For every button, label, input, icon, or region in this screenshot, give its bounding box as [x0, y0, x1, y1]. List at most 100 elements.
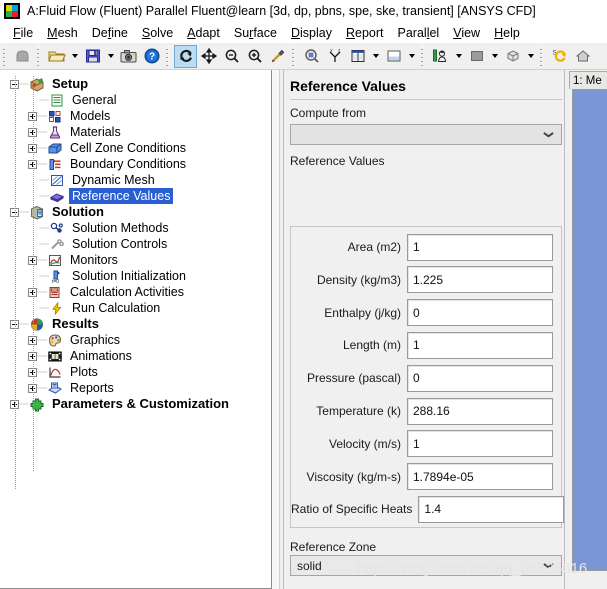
menu-file[interactable]: File	[6, 24, 40, 42]
toolbar-grip-4[interactable]	[291, 46, 298, 66]
field-input-ratio-of-specific-heats[interactable]: 1.4	[418, 495, 564, 523]
home-icon[interactable]	[571, 45, 594, 68]
materials-flask-icon	[47, 125, 64, 140]
axes-tripod-icon[interactable]: y z	[323, 45, 346, 68]
graphics-canvas[interactable]	[572, 89, 607, 571]
tree-item-results[interactable]: Results	[0, 316, 271, 332]
menu-adapt[interactable]: Adapt	[180, 24, 227, 42]
tree-item-label: Cell Zone Conditions	[70, 141, 187, 155]
tree-item-solution-methods[interactable]: Solution Methods	[0, 220, 271, 236]
toolbar-grip[interactable]	[2, 46, 9, 66]
tree-item-boundary-conditions[interactable]: Boundary Conditions	[0, 156, 271, 172]
eyedropper-icon[interactable]	[266, 45, 289, 68]
tree-item-solution-initialization[interactable]: t=0 Solution Initialization	[0, 268, 271, 285]
save-disk-icon[interactable]	[81, 45, 104, 68]
menu-parallel[interactable]: Parallel	[391, 24, 447, 42]
tree-item-animations[interactable]: Animations	[0, 348, 271, 364]
tree-item-label: Models	[70, 109, 111, 123]
field-row: Viscosity (kg/m-s) 1.7894e-05	[291, 462, 563, 492]
tree-item-reference-values[interactable]: Reference Values	[0, 188, 271, 204]
field-input-length-m[interactable]: 1	[407, 331, 553, 359]
render-dropdown-arrow[interactable]	[524, 45, 537, 68]
zoom-in-icon[interactable]	[243, 45, 266, 68]
field-input-pressure-pascal[interactable]: 0	[407, 364, 553, 392]
menu-mesh[interactable]: Mesh	[40, 24, 85, 42]
tree-item-general[interactable]: General	[0, 92, 271, 108]
tree-item-calculation-activities[interactable]: Calculation Activities	[0, 284, 271, 300]
rotate-icon[interactable]	[174, 44, 197, 68]
field-row: Velocity (m/s) 1	[291, 429, 563, 459]
background-icon[interactable]	[382, 45, 405, 68]
field-label-ratio-of-specific-heats: Ratio of Specific Heats	[291, 502, 413, 517]
field-label-enthalpy-j-kg: Enthalpy (j/kg)	[324, 305, 401, 320]
tree-item-plots[interactable]: Plots	[0, 364, 271, 380]
camera-icon[interactable]	[117, 45, 140, 68]
tree-item-parameters-customization[interactable]: Parameters & Customization	[0, 396, 271, 412]
window-title: A:Fluid Flow (Fluent) Parallel Fluent@le…	[27, 4, 536, 18]
help-circle-icon[interactable]: ?	[140, 45, 163, 68]
tree-item-dynamic-mesh[interactable]: Dynamic Mesh	[0, 172, 271, 188]
tree-item-reports[interactable]: Reports	[0, 380, 271, 396]
field-input-density-kg-m3[interactable]: 1.225	[407, 266, 553, 294]
refresh-sync-icon[interactable]: S	[548, 45, 571, 68]
layout-dropdown-arrow[interactable]	[369, 45, 382, 68]
open-folder-icon[interactable]	[45, 45, 68, 68]
blob-gray-icon[interactable]	[11, 45, 34, 68]
panel-title: Reference Values	[290, 78, 406, 94]
menu-solve[interactable]: Solve	[135, 24, 180, 42]
open-folder-dropdown-arrow[interactable]	[68, 45, 81, 68]
calc-activities-icon	[47, 285, 64, 300]
menu-define[interactable]: Define	[85, 24, 135, 42]
color-dropdown-arrow[interactable]	[488, 45, 501, 68]
panel-title-divider	[290, 99, 562, 100]
field-label-pressure-pascal: Pressure (pascal)	[306, 371, 401, 386]
color-swatch-icon[interactable]	[465, 45, 488, 68]
layout-grid-icon[interactable]	[346, 45, 369, 68]
menu-surface[interactable]: Surface	[227, 24, 284, 42]
toolbar-grip-3[interactable]	[165, 46, 172, 66]
menu-help[interactable]: Help	[487, 24, 527, 42]
tree-item-label: Solution Methods	[72, 221, 169, 235]
tree-connector-line	[37, 124, 47, 140]
tree-vertical-scrollbar[interactable]	[272, 70, 280, 589]
tree-item-label: Run Calculation	[72, 301, 161, 315]
menu-report[interactable]: Report	[339, 24, 391, 42]
tree-item-cell-zone-conditions[interactable]: Cell Zone Conditions	[0, 140, 271, 156]
boundary-icon	[47, 157, 64, 172]
tree-item-models[interactable]: Models	[0, 108, 271, 124]
field-input-temperature-k[interactable]: 288.16	[407, 397, 553, 425]
reference-zone-dropdown[interactable]: solid	[290, 555, 562, 576]
toolbar-grip-2[interactable]	[36, 46, 43, 66]
tree-item-setup[interactable]: Setup	[0, 76, 271, 92]
render-cube-icon[interactable]	[501, 45, 524, 68]
tree-item-graphics[interactable]: Graphics	[0, 332, 271, 348]
tree-item-solution-controls[interactable]: Solution Controls	[0, 236, 271, 252]
solution-icon	[29, 205, 46, 220]
tree-item-monitors[interactable]: Monitors	[0, 252, 271, 268]
toolbar-grip-5[interactable]	[420, 46, 427, 66]
compute-from-dropdown[interactable]	[290, 124, 562, 145]
menu-display[interactable]: Display	[284, 24, 339, 42]
zoom-out-icon[interactable]	[220, 45, 243, 68]
lighting-dropdown-arrow[interactable]	[452, 45, 465, 68]
tree-item-label: Reference Values	[69, 188, 174, 204]
field-input-area-m2[interactable]: 1	[407, 233, 553, 261]
tree-item-solution[interactable]: Solution	[0, 204, 271, 220]
pan-move-icon[interactable]	[197, 45, 220, 68]
zoom-fit-icon[interactable]	[300, 45, 323, 68]
field-input-enthalpy-j-kg[interactable]: 0	[407, 299, 553, 327]
field-input-viscosity-kg-m-s[interactable]: 1.7894e-05	[407, 463, 553, 491]
toolbar-grip-6[interactable]	[539, 46, 546, 66]
tree-item-run-calculation[interactable]: Run Calculation	[0, 300, 271, 316]
field-input-velocity-m-s[interactable]: 1	[407, 430, 553, 458]
tree-connector-line	[19, 76, 29, 92]
graphics-tab-mesh[interactable]: 1: Me	[569, 71, 607, 89]
save-dropdown-arrow[interactable]	[104, 45, 117, 68]
lighting-head-icon[interactable]	[429, 45, 452, 68]
background-dropdown-arrow[interactable]	[405, 45, 418, 68]
graphics-panel: 1: Me	[564, 70, 607, 589]
menu-view[interactable]: View	[446, 24, 487, 42]
tree-item-materials[interactable]: Materials	[0, 124, 271, 140]
